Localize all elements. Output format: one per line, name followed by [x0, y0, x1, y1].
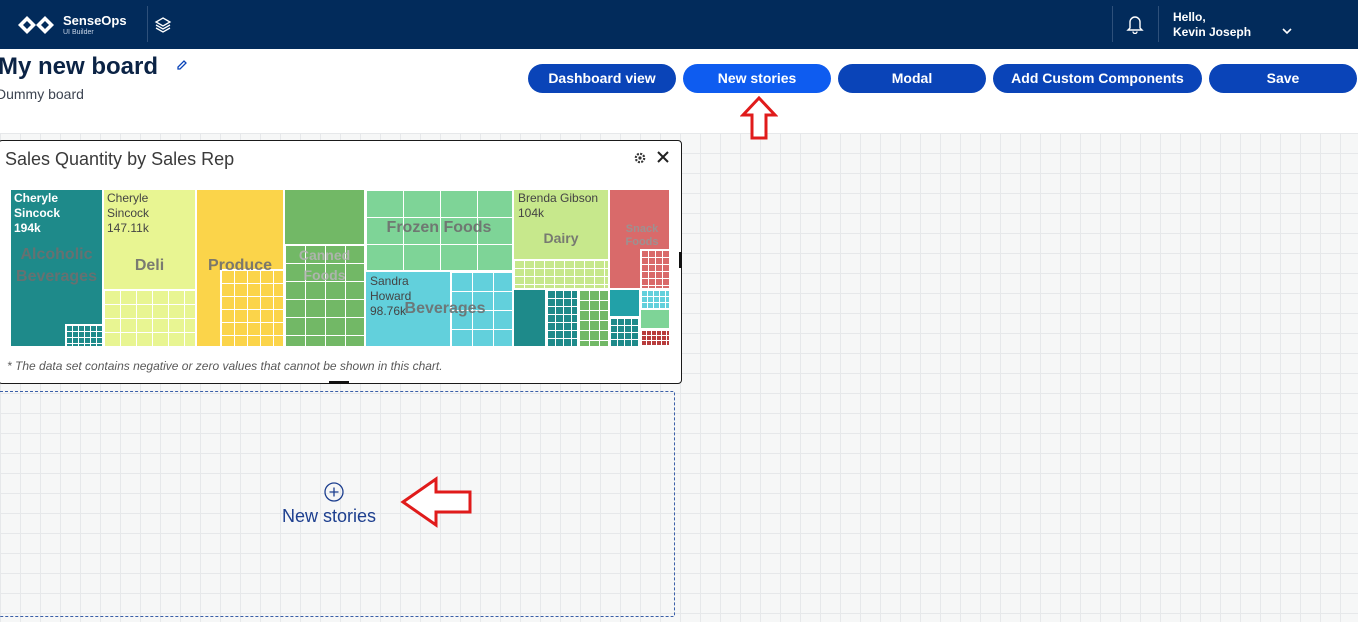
header-divider	[1158, 6, 1159, 42]
treemap-subtile[interactable]	[220, 269, 284, 347]
header-divider	[147, 6, 148, 42]
tile-rep-label: Cheryle Sincock 147.11k	[107, 191, 167, 236]
save-button[interactable]: Save	[1209, 64, 1357, 93]
treemap-subtile[interactable]	[640, 309, 670, 329]
new-stories-button[interactable]: New stories	[683, 64, 831, 93]
treemap-subtile[interactable]	[609, 317, 640, 347]
tile-rep-label: Brenda Gibson 104k	[518, 191, 608, 221]
dashboard-view-button[interactable]: Dashboard view	[528, 64, 676, 93]
new-stories-label[interactable]: New stories	[282, 506, 376, 527]
gear-icon[interactable]	[633, 151, 647, 165]
treemap-subtile[interactable]	[65, 324, 103, 347]
brand-subtitle: UI Builder	[63, 29, 94, 36]
tile-rep-value: 147.11k	[107, 221, 149, 235]
treemap-subtile[interactable]	[609, 289, 640, 317]
resize-handle-bottom[interactable]	[329, 381, 349, 384]
chevron-down-icon[interactable]	[1281, 26, 1293, 36]
new-stories-drop-zone[interactable]	[0, 391, 675, 617]
add-custom-components-button[interactable]: Add Custom Components	[993, 64, 1202, 93]
category-label-frozen-foods: Frozen Foods	[386, 219, 492, 236]
pencil-icon[interactable]	[175, 58, 189, 72]
treemap-subtile[interactable]	[640, 289, 670, 309]
board-title: My new board	[0, 53, 159, 80]
treemap-subtile[interactable]	[640, 329, 670, 347]
top-navigation-bar: SenseOps UI Builder Hello, Kevin Joseph	[0, 0, 1358, 49]
bell-icon[interactable]	[1126, 14, 1144, 34]
annotation-arrow-left-icon	[400, 476, 472, 528]
annotation-arrow-up-icon	[740, 96, 778, 140]
user-greeting: Hello,	[1173, 10, 1206, 24]
treemap-subtile[interactable]	[103, 289, 196, 347]
tile-rep-name: Brenda Gibson	[518, 191, 599, 205]
category-label-deli: Deli	[134, 257, 165, 274]
layers-icon[interactable]	[154, 16, 172, 34]
category-label-canned-foods: Canned Foods	[298, 247, 351, 283]
category-label-alcoholic-beverages: Alcoholic Beverages	[16, 246, 97, 285]
brand-name: SenseOps	[63, 13, 127, 28]
senseops-logo-icon[interactable]	[16, 10, 56, 40]
tile-rep-name: Cheryle Sincock	[107, 191, 150, 220]
category-label-snack-foods: Snack Foods	[625, 223, 659, 248]
user-name[interactable]: Kevin Joseph	[1173, 25, 1251, 39]
plus-circle-icon[interactable]	[323, 481, 345, 503]
treemap-subtile[interactable]	[578, 289, 609, 347]
tile-rep-label: Cheryle Sincock 194k	[14, 191, 74, 236]
tile-rep-value: 194k	[14, 221, 41, 235]
header-divider	[1112, 6, 1113, 42]
close-icon[interactable]	[656, 150, 670, 164]
widget-title: Sales Quantity by Sales Rep	[5, 149, 235, 169]
chart-footnote: * The data set contains negative or zero…	[7, 359, 443, 373]
tile-rep-value: 104k	[518, 206, 545, 220]
category-label-beverages: Beverages	[404, 300, 486, 317]
modal-button[interactable]: Modal	[838, 64, 986, 93]
treemap-subtile[interactable]	[546, 289, 578, 347]
resize-handle-right[interactable]	[679, 252, 682, 268]
treemap-subtile[interactable]	[513, 289, 546, 347]
treemap-subtile[interactable]	[640, 249, 670, 289]
treemap-chart: Cheryle Sincock 194k Alcoholic Beverages…	[10, 189, 670, 347]
treemap-subtile[interactable]	[513, 259, 609, 289]
category-label-produce: Produce	[207, 257, 272, 274]
board-subtitle: Dummy board	[0, 86, 84, 102]
tile-rep-name: Cheryle Sincock	[14, 191, 61, 220]
